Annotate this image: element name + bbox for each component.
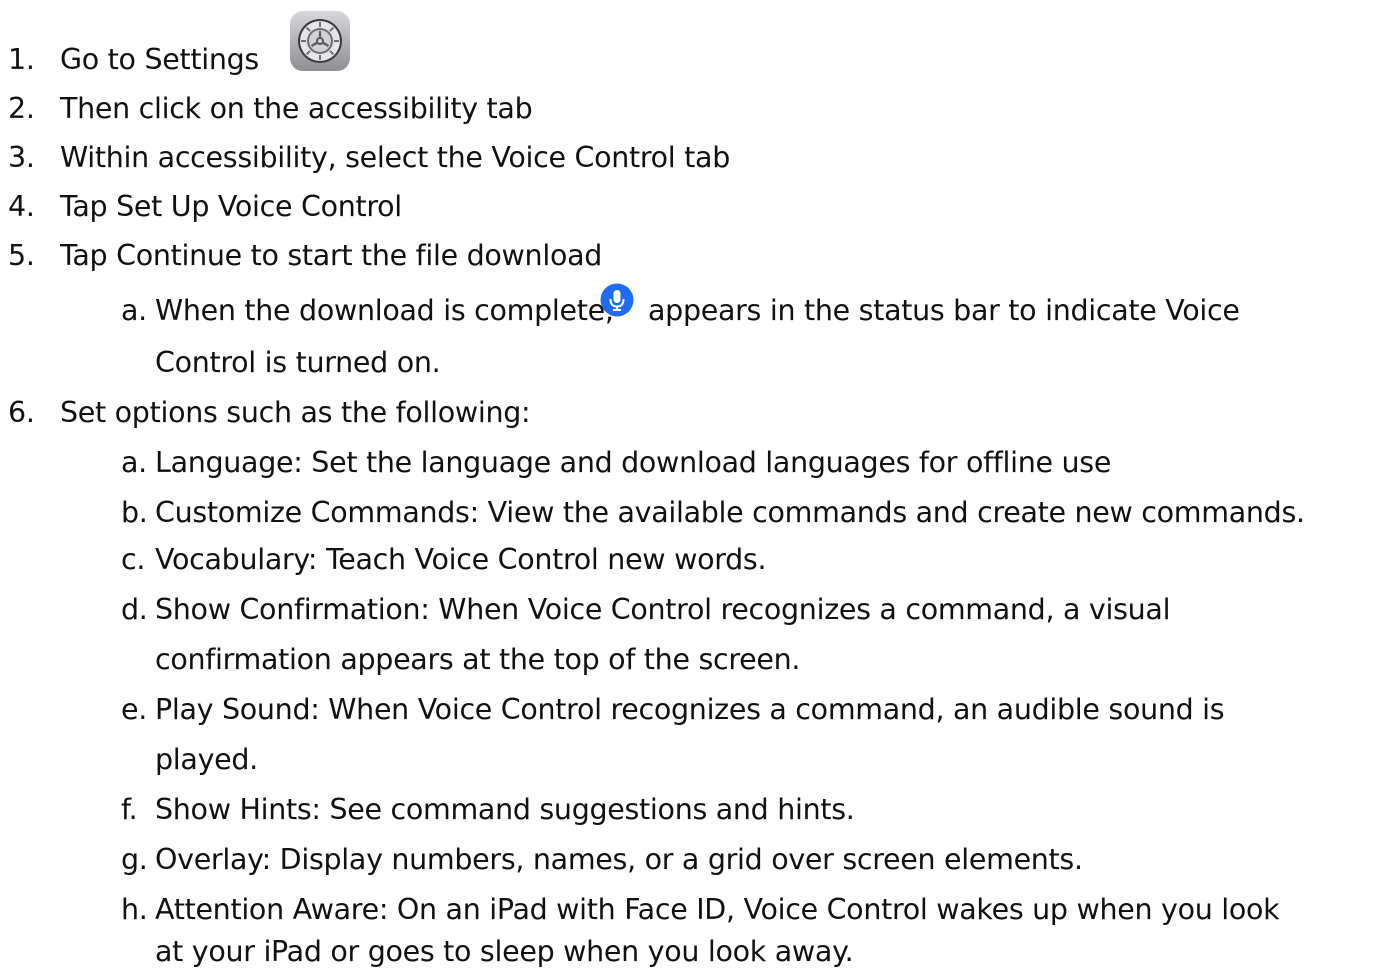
step-text: Tap Continue to start the file download	[60, 239, 603, 272]
sub-marker: d.	[121, 593, 148, 626]
step-marker: 6.	[8, 396, 35, 429]
step-marker: 4.	[8, 190, 35, 223]
step-text: Tap Set Up Voice Control	[60, 190, 402, 223]
step-marker: 5.	[8, 239, 35, 272]
sub-marker: c.	[121, 543, 146, 576]
sub-marker: g.	[121, 843, 148, 876]
sub-text: Language: Set the language and download …	[155, 446, 1112, 479]
sub-text: Attention Aware: On an iPad with Face ID…	[155, 893, 1280, 926]
step-text: Within accessibility, select the Voice C…	[60, 141, 730, 174]
step-text: Set options such as the following:	[60, 396, 531, 429]
sub-marker: b.	[121, 496, 148, 529]
sub-text: Customize Commands: View the available c…	[155, 496, 1305, 529]
instructions-document: 1. Go to Settings 2. Then click on the a…	[0, 0, 1394, 968]
sub-text: Show Confirmation: When Voice Control re…	[155, 593, 1171, 626]
step-marker: 3.	[8, 141, 35, 174]
sub-marker: e.	[121, 693, 147, 726]
step-marker: 1.	[8, 43, 35, 76]
sub-text-after-icon: appears in the status bar to indicate Vo…	[648, 294, 1240, 327]
sub-text-before-icon: When the download is complete,	[155, 294, 614, 327]
sub-text: at your iPad or goes to sleep when you l…	[155, 935, 854, 968]
sub-text-continuation: Control is turned on.	[155, 346, 441, 379]
step-text: Go to Settings	[60, 43, 259, 76]
sub-text: Vocabulary: Teach Voice Control new word…	[155, 543, 767, 576]
sub-text: confirmation appears at the top of the s…	[155, 643, 801, 676]
sub-text: Overlay: Display numbers, names, or a gr…	[155, 843, 1083, 876]
sub-text: played.	[155, 743, 258, 776]
step-text: Then click on the accessibility tab	[60, 92, 533, 125]
sub-marker: f.	[121, 793, 138, 826]
sub-text: Show Hints: See command suggestions and …	[155, 793, 855, 826]
sub-marker: a.	[121, 446, 147, 479]
step-marker: 2.	[8, 92, 35, 125]
sub-marker: h.	[121, 893, 148, 926]
microphone-icon	[600, 283, 634, 317]
settings-gear-icon	[289, 10, 351, 72]
sub-text: Play Sound: When Voice Control recognize…	[155, 693, 1225, 726]
sub-marker: a.	[121, 294, 147, 327]
